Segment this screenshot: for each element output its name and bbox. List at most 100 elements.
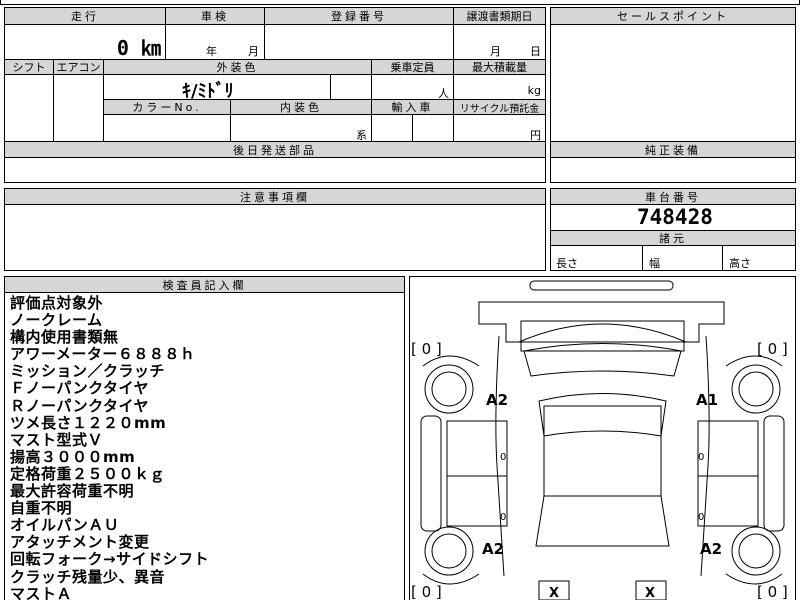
transfer-day: 日 (530, 45, 541, 58)
later-parts-header: 後日発送部品 (4, 141, 546, 158)
remark-line: マスト型式Ｖ (10, 430, 104, 449)
diagram-door-fr (697, 420, 759, 477)
diagram-cabin (495, 335, 710, 577)
max-load-header: 最大積載量 (453, 59, 546, 75)
sales-point-header: セールスポイント (550, 7, 796, 25)
diagram-side-right (763, 415, 785, 532)
diagram-side-left (420, 415, 442, 532)
diagram-bottom-mark-right: X (645, 586, 656, 600)
shift-header: シフト (4, 59, 54, 75)
remark-line: 最大許容荷重不明 (10, 482, 135, 501)
remark-line: マストＡ (10, 584, 73, 600)
diagram-tire-fl-grade: A2 (486, 391, 509, 409)
genuine-equipment-header: 純正装備 (550, 141, 796, 158)
recycle-label: リサイクル預託金 (459, 103, 540, 115)
diagram-tire-rl-grade: A2 (482, 540, 505, 558)
diagram-door-mark-fl: 0 (500, 452, 507, 463)
specs-label: 諸元 (659, 232, 687, 245)
registration-label: 登録番号 (331, 10, 387, 23)
recycle-cell: 円 (453, 114, 546, 142)
remark-line: 回転フォーク→サイドシフト (10, 550, 210, 569)
diagram-hood-panel (520, 320, 685, 352)
diagram-bracket-left-bottom: [ 0 ] (411, 583, 442, 600)
chassis-no-header: 車台番号 (550, 188, 796, 205)
diagram-bracket-right-bottom: [ 0 ] (757, 583, 788, 600)
genuine-equipment-label: 純正装備 (645, 143, 701, 157)
import-cell-b (412, 114, 454, 142)
registration-cell (264, 24, 454, 60)
diagram-bracket-left-top: [ 0 ] (411, 340, 442, 358)
max-load-cell: kg (453, 74, 546, 100)
transfer-cell: 月 日 (453, 24, 546, 60)
aircon-label: エアコン (56, 61, 101, 74)
genuine-equipment-cell (550, 157, 796, 183)
exterior-color-header: 外装色 (103, 59, 372, 75)
capacity-cell: 人 (371, 74, 454, 100)
diagram-hood (518, 323, 687, 343)
mileage-value: 0 ㎞ (116, 36, 161, 60)
diagram-door-mark-rr: 0 (698, 512, 705, 523)
capacity-header: 乗車定員 (371, 59, 454, 75)
aircon-cell (53, 74, 104, 142)
specs-height-cell: 高さ (722, 245, 796, 271)
specs-width-label: 幅 (649, 257, 660, 270)
diagram-door-fl (446, 420, 508, 477)
color-no-label: カラーNo. (132, 101, 202, 114)
transfer-month: 月 (490, 45, 501, 58)
inspector-label: 検査員記入欄 (162, 278, 247, 292)
import-header: 輸入車 (371, 99, 454, 115)
mileage-label: 走行 (71, 10, 99, 23)
color-no-header: カラーNo. (103, 99, 231, 115)
diagram-tire-fr-grade: A1 (696, 391, 719, 409)
top-strip (0, 0, 800, 5)
diagram-front-glass (538, 393, 667, 437)
sales-point-label: セールスポイント (617, 10, 729, 23)
interior-color-header: 内装色 (230, 99, 372, 115)
exterior-color-cell: ｷ/ﾐﾄﾞﾘ (103, 74, 331, 102)
caution-header: 注意事項欄 (4, 188, 546, 205)
diagram-rear-glass (535, 495, 670, 547)
later-parts-cell (4, 157, 546, 183)
registration-header: 登録番号 (264, 7, 454, 25)
diagram-tire-rl-inner (431, 533, 467, 569)
diagram-roof (543, 405, 662, 497)
remark-line: ミッション／クラッチ (10, 362, 166, 381)
remark-line: Ｆノーパンクタイヤ (10, 379, 150, 398)
import-cell-a (371, 114, 413, 142)
remark-line: ツメ長さ１２２０mm (10, 413, 167, 432)
inspection-cell: 年 月 (165, 24, 265, 60)
diagram-tire-rr-inner (738, 533, 774, 569)
capacity-label: 乗車定員 (390, 61, 435, 74)
remark-line: オイルパンＡＵ (10, 516, 120, 535)
caution-cell (4, 204, 546, 271)
recycle-header: リサイクル預託金 (453, 99, 546, 115)
inspection-month: 月 (248, 45, 259, 58)
sales-point-cell (550, 24, 796, 142)
vehicle-diagram (420, 280, 785, 600)
remark-line: 評価点対象外 (10, 294, 104, 312)
exterior-color-label: 外装色 (216, 61, 259, 74)
interior-color-cell: 系 (230, 114, 372, 142)
aircon-header: エアコン (53, 59, 104, 75)
remark-line: 揚高３０００mm (10, 447, 136, 466)
max-load-unit: kg (527, 84, 541, 97)
color-no-cell (103, 114, 231, 142)
mileage-cell: 0 ㎞ (4, 24, 166, 60)
diagram-bracket-right-top: [ 0 ] (757, 340, 788, 358)
remark-line: ノークレーム (10, 311, 103, 330)
specs-length-label: 長さ (556, 257, 578, 270)
inspection-label: 車検 (201, 10, 229, 23)
diagram-front-bumper (529, 280, 674, 291)
transfer-header: 譲渡書類期日 (453, 7, 546, 25)
remark-line: クラッチ残量少、異音 (10, 567, 166, 586)
diagram-windshield (523, 343, 682, 377)
diagram-tire-fr-inner (738, 371, 774, 407)
inspector-header: 検査員記入欄 (4, 276, 405, 293)
chassis-no-label: 車台番号 (645, 190, 701, 204)
chassis-no-value: 748428 (637, 205, 713, 229)
inspection-year: 年 (206, 45, 217, 58)
exterior-color-sub-cell (330, 74, 372, 100)
specs-height-label: 高さ (729, 257, 751, 270)
shift-cell (4, 74, 54, 142)
interior-color-label: 内装色 (280, 101, 322, 114)
